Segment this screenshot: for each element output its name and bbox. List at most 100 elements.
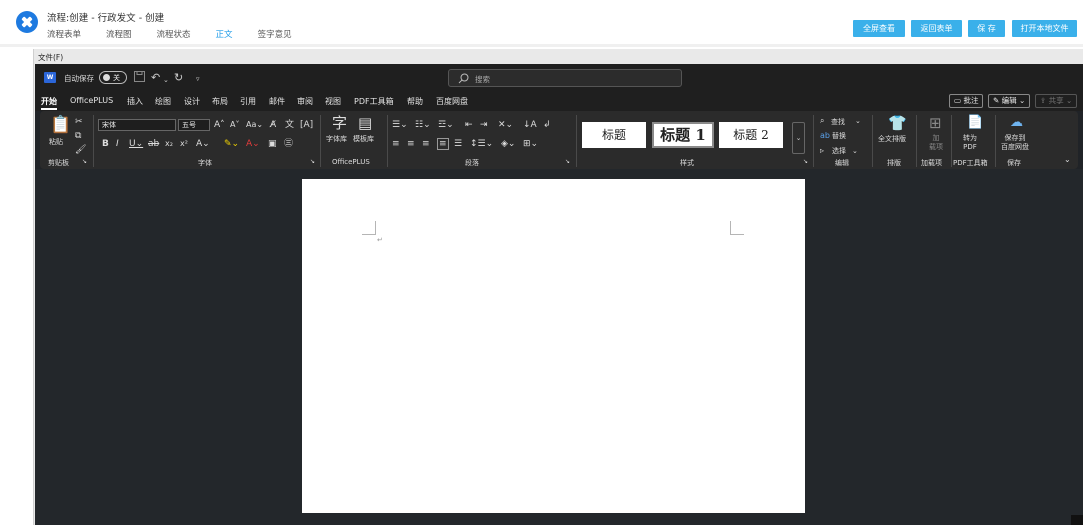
distributed-icon[interactable]: ☰ <box>454 139 462 149</box>
tab-layout[interactable]: 布局 <box>212 96 228 107</box>
subscript-icon[interactable]: x₂ <box>165 139 173 149</box>
file-menu[interactable]: 文件(F) <box>38 52 63 63</box>
share-button[interactable]: ⇪ 共享 ⌄ <box>1035 94 1078 108</box>
align-left-icon[interactable]: ≡ <box>392 139 400 149</box>
tab-document-body[interactable]: 正文 <box>215 28 233 45</box>
tab-help[interactable]: 帮助 <box>407 96 423 107</box>
find-button[interactable]: 查找 <box>831 117 845 127</box>
style-heading-2[interactable]: 标题 2 <box>719 122 783 148</box>
fullscreen-view-button[interactable]: 全屏查看 <box>853 20 905 37</box>
select-icon[interactable]: ▹ <box>820 146 824 156</box>
format-painter-icon[interactable]: 🖌 <box>75 145 86 155</box>
full-text-layout-button[interactable]: 全文排版 <box>878 134 906 144</box>
tab-pdf-toolbox[interactable]: PDF工具箱 <box>354 96 394 107</box>
line-spacing-icon[interactable]: ↕☰⌄ <box>470 139 493 149</box>
tab-flow-status[interactable]: 流程状态 <box>157 28 191 45</box>
save-to-netdisk-button[interactable]: 保存到 百度网盘 <box>1001 134 1029 152</box>
tab-references[interactable]: 引用 <box>240 96 256 107</box>
font-launcher-icon[interactable]: ↘ <box>310 157 315 167</box>
bold-icon[interactable]: B <box>102 139 109 149</box>
tab-home[interactable]: 开始 <box>41 96 57 110</box>
undo-dropdown-icon[interactable]: ⌄ <box>163 74 169 87</box>
replace-icon[interactable]: ab <box>820 131 830 141</box>
styles-launcher-icon[interactable]: ↘ <box>803 157 808 167</box>
save-button[interactable]: 保 存 <box>968 20 1005 37</box>
convert-to-pdf-button[interactable]: 转为 PDF <box>963 134 977 152</box>
copy-icon[interactable]: ⧉ <box>75 131 81 141</box>
font-library-icon[interactable]: 字 <box>332 115 347 131</box>
save-disk-icon[interactable] <box>134 71 145 85</box>
template-library-icon[interactable]: ▤ <box>358 115 372 131</box>
tab-sign-opinion[interactable]: 签字意见 <box>258 28 292 45</box>
show-paragraph-marks-icon[interactable]: ↲ <box>543 120 551 130</box>
comments-button[interactable]: ▭ 批注 <box>949 94 984 108</box>
character-border-icon[interactable]: [A] <box>300 120 313 130</box>
select-button[interactable]: 选择 <box>832 146 846 156</box>
tab-mailings[interactable]: 邮件 <box>269 96 285 107</box>
grow-font-icon[interactable]: A˄ <box>214 120 225 130</box>
chinese-layout-icon[interactable]: ✕⌄ <box>498 120 513 130</box>
back-to-form-button[interactable]: 返回表单 <box>911 20 962 37</box>
paragraph-launcher-icon[interactable]: ↘ <box>565 157 570 167</box>
sort-icon[interactable]: ↓A <box>523 120 537 130</box>
styles-more-button[interactable]: ⌄ <box>792 122 805 154</box>
collapse-ribbon-icon[interactable]: ⌄ <box>1064 155 1071 165</box>
select-dropdown-icon[interactable]: ⌄ <box>852 146 858 156</box>
addins-button[interactable]: 加 载项 <box>929 134 943 152</box>
pdf-convert-icon[interactable]: 📄 <box>967 115 983 131</box>
paste-button[interactable]: 粘贴 <box>49 137 63 147</box>
align-center-icon[interactable]: ≡ <box>407 139 415 149</box>
clear-format-icon[interactable]: A̸ <box>270 120 276 130</box>
numbering-icon[interactable]: ☷⌄ <box>415 120 431 130</box>
find-icon[interactable]: ⌕ <box>820 116 824 126</box>
paste-icon[interactable]: 📋 <box>50 116 71 134</box>
character-shading-icon[interactable]: ▣ <box>268 139 277 149</box>
style-title[interactable]: 标题 <box>582 122 646 148</box>
open-local-file-button[interactable]: 打开本地文件 <box>1012 20 1077 37</box>
tab-officeplus[interactable]: OfficePLUS <box>70 96 113 105</box>
align-right-icon[interactable]: ≡ <box>422 139 430 149</box>
justify-icon[interactable]: ≡ <box>437 138 449 150</box>
tab-draw[interactable]: 绘图 <box>155 96 171 107</box>
bullets-icon[interactable]: ☰⌄ <box>392 120 408 130</box>
autosave-toggle[interactable]: 关 <box>99 71 127 84</box>
strikethrough-icon[interactable]: ab <box>148 139 159 149</box>
tab-design[interactable]: 设计 <box>184 96 200 107</box>
style-heading-1[interactable]: 标题 1 <box>652 122 714 148</box>
cut-icon[interactable]: ✂ <box>75 117 83 127</box>
multilevel-list-icon[interactable]: ☲⌄ <box>438 120 454 130</box>
find-dropdown-icon[interactable]: ⌄ <box>855 116 861 126</box>
phonetic-guide-icon[interactable]: 文 <box>285 120 294 130</box>
tab-flowchart[interactable]: 流程图 <box>106 28 132 45</box>
undo-icon[interactable]: ↶ <box>151 71 160 84</box>
template-library-button[interactable]: 模板库 <box>353 134 374 144</box>
font-size-select[interactable]: 五号 <box>178 119 210 131</box>
tab-review[interactable]: 审阅 <box>297 96 313 107</box>
shading-icon[interactable]: ◈⌄ <box>501 139 515 149</box>
replace-button[interactable]: 替换 <box>832 131 846 141</box>
clipboard-launcher-icon[interactable]: ↘ <box>82 157 87 167</box>
font-name-select[interactable]: 宋体 <box>98 119 176 131</box>
shrink-font-icon[interactable]: A˅ <box>230 120 239 130</box>
decrease-indent-icon[interactable]: ⇤ <box>465 120 473 130</box>
increase-indent-icon[interactable]: ⇥ <box>480 120 488 130</box>
borders-icon[interactable]: ⊞⌄ <box>523 139 538 149</box>
document-page[interactable]: ↵ <box>302 179 805 513</box>
full-text-layout-icon[interactable]: 👕 <box>888 115 907 131</box>
font-library-button[interactable]: 字体库 <box>326 134 347 144</box>
underline-icon[interactable]: U⌄ <box>129 139 143 149</box>
redo-icon[interactable]: ↻ <box>174 71 183 84</box>
document-canvas[interactable]: ↵ <box>35 169 1083 525</box>
search-input[interactable]: 搜索 <box>448 69 682 87</box>
baidu-netdisk-icon[interactable]: ☁ <box>1010 115 1023 131</box>
text-effects-icon[interactable]: A⌄ <box>196 139 210 149</box>
editing-mode-button[interactable]: ✎ 编辑 ⌄ <box>988 94 1031 108</box>
enclose-characters-icon[interactable]: ㊂ <box>284 139 293 149</box>
tab-view[interactable]: 视图 <box>325 96 341 107</box>
quick-access-dropdown-icon[interactable]: ▿ <box>196 73 200 86</box>
tab-form[interactable]: 流程表单 <box>47 28 81 45</box>
tab-baidu-netdisk[interactable]: 百度网盘 <box>436 96 468 107</box>
change-case-icon[interactable]: Aa⌄ <box>246 120 263 130</box>
addins-icon[interactable]: ⊞ <box>929 115 942 131</box>
superscript-icon[interactable]: x² <box>180 139 188 149</box>
